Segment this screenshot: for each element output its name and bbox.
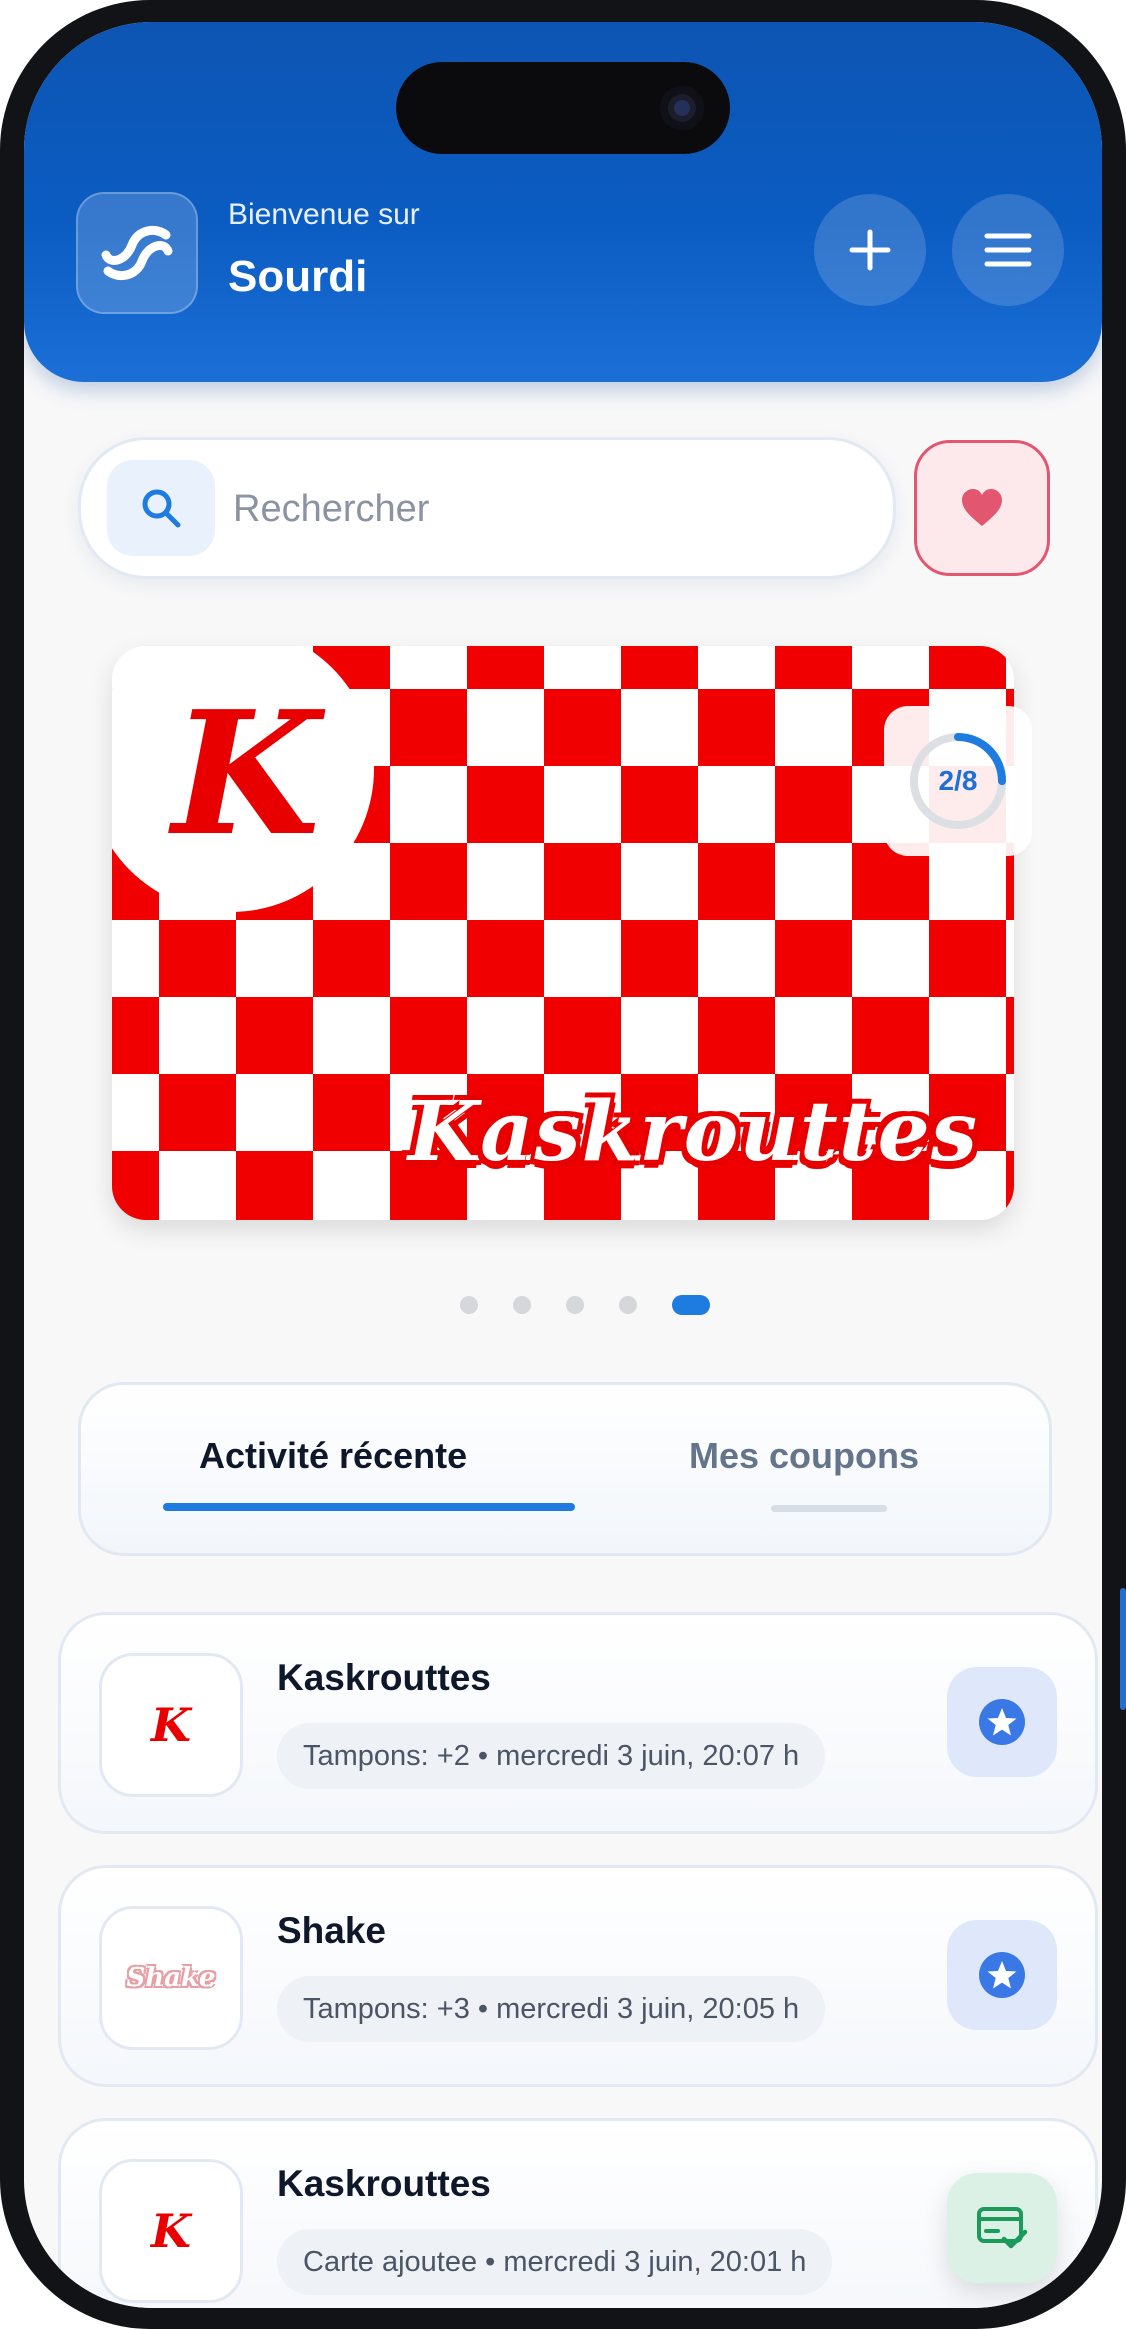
side-button: [1120, 1588, 1126, 1710]
activity-item[interactable]: K Kaskrouttes Tampons: +2 • mercredi 3 j…: [58, 1612, 1098, 1834]
activity-title: Kaskrouttes: [277, 1657, 491, 1698]
app-header: Bienvenue sur Sourdi: [24, 22, 1102, 382]
activity-type-button[interactable]: [947, 1667, 1057, 1777]
tab-recent-activity[interactable]: Activité récente: [199, 1435, 467, 1477]
search-input[interactable]: [231, 480, 835, 538]
merchant-logo-text: K: [151, 2204, 191, 2258]
sourdi-logo-icon: [101, 225, 173, 281]
card-logo-letter: K: [172, 674, 320, 874]
merchant-logo-text: Shake: [126, 1963, 216, 1993]
menu-button[interactable]: [952, 194, 1064, 306]
card-brand-name: Kaskrouttes: [408, 1084, 978, 1180]
phone-frame: Bienvenue sur Sourdi Rechercher K Kaskro…: [0, 0, 1126, 2329]
stamp-count: 2/8: [938, 765, 978, 796]
activity-title: Shake: [277, 1910, 387, 1951]
search-icon: [142, 489, 181, 528]
heart-icon: [962, 489, 1002, 526]
card-check-icon: [977, 2207, 1028, 2249]
activity-detail: Carte ajoutee • mercredi 3 juin, 20:01 h: [277, 2229, 833, 2295]
activity-detail: Tampons: +2 • mercredi 3 juin, 20:07 h: [277, 1723, 826, 1789]
tab-bar: Activité récente Mes coupons: [78, 1382, 1052, 1556]
activity-type-button[interactable]: [947, 2173, 1057, 2283]
stamp-progress-badge: 2/8: [884, 706, 1032, 856]
menu-icon: [984, 233, 1032, 267]
plus-icon: [849, 229, 891, 271]
activity-type-button[interactable]: [947, 1920, 1057, 2030]
activity-item[interactable]: Shake Shake Tampons: +3 • mercredi 3 jui…: [58, 1865, 1098, 2087]
active-tab-indicator: [163, 1503, 575, 1511]
app-screen: Bienvenue sur Sourdi Rechercher K Kaskro…: [24, 22, 1102, 2308]
dynamic-island: [396, 62, 730, 154]
star-icon: [979, 1699, 1025, 1745]
merchant-logo: Shake: [99, 1906, 243, 2050]
carousel-dot[interactable]: [566, 1296, 584, 1314]
star-icon: [979, 1952, 1025, 1998]
carousel-indicator: [460, 1294, 720, 1316]
merchant-logo-text: K: [151, 1698, 191, 1752]
search-bar[interactable]: [78, 437, 896, 579]
search-icon-box[interactable]: [107, 460, 215, 556]
carousel-dot-active[interactable]: [672, 1295, 710, 1315]
merchant-logo: K: [99, 1653, 243, 1797]
tab-my-coupons[interactable]: Mes coupons: [689, 1435, 919, 1477]
merchant-logo: K: [99, 2159, 243, 2303]
carousel-dot[interactable]: [460, 1296, 478, 1314]
add-button[interactable]: [814, 194, 926, 306]
welcome-text: Bienvenue sur: [228, 198, 420, 231]
inactive-tab-indicator: [771, 1505, 887, 1512]
app-name: Sourdi: [228, 252, 368, 301]
activity-item[interactable]: K Kaskrouttes Carte ajoutee • mercredi 3…: [58, 2118, 1098, 2308]
loyalty-card[interactable]: K Kaskrouttes: [112, 646, 1014, 1220]
activity-title: Kaskrouttes: [277, 2163, 491, 2204]
carousel-dot[interactable]: [513, 1296, 531, 1314]
carousel-dot[interactable]: [619, 1296, 637, 1314]
activity-detail: Tampons: +3 • mercredi 3 juin, 20:05 h: [277, 1976, 826, 2042]
favorites-button[interactable]: [914, 440, 1050, 576]
app-logo: [76, 192, 198, 314]
